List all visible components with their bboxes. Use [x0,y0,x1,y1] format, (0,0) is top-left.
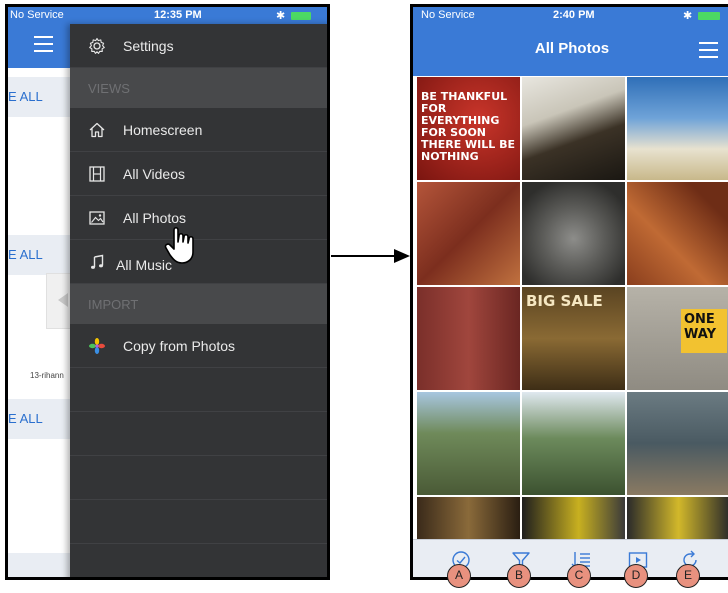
bottom-bar [8,553,73,577]
photo-thumbnail[interactable] [627,497,728,539]
callout-badge: D [624,564,648,588]
photo-thumbnail[interactable] [522,497,625,539]
photo-thumbnail[interactable] [627,182,728,285]
left-phone-screen: No Service 12:35 PM ✱ E ALL E ALL 13-rih… [5,4,330,580]
menu-icon[interactable] [699,42,718,58]
empty-row [70,412,327,456]
carrier-label: No Service [10,9,64,21]
section-header: E ALL [8,235,73,275]
section-header: E ALL [8,399,73,439]
drawer-item-settings[interactable]: Settings [70,24,327,68]
drawer-item-label: Settings [123,38,174,54]
photo-thumbnail[interactable] [627,392,728,495]
photo-thumbnail[interactable] [627,77,728,180]
callout-badge: A [447,564,471,588]
photo-thumbnail[interactable]: ONE WAY [627,287,728,390]
drawer-item-label: Copy from Photos [123,338,236,354]
see-all-link[interactable]: E ALL [8,89,43,104]
arrow-head-icon [394,249,410,263]
drawer-item-label: Homescreen [123,122,203,138]
see-all-link[interactable]: E ALL [8,411,43,426]
transition-arrow [331,255,396,257]
photo-thumbnail[interactable] [417,182,520,285]
app-header [8,24,73,68]
side-drawer-menu: Settings VIEWS Homescreen All Videos All… [70,24,327,577]
section-header-views: VIEWS [70,68,327,108]
drawer-item-copy-from-photos[interactable]: Copy from Photos [70,324,327,368]
photo-thumbnail[interactable]: BIG SALE [522,287,625,390]
page-title: All Photos [534,40,610,57]
battery-icon [698,12,720,20]
photo-caption: BE THANKFUL FOR EVERYTHING FOR SOON THER… [421,90,516,163]
photo-thumbnail[interactable] [522,77,625,180]
clock: 12:35 PM [154,9,202,21]
bluetooth-icon: ✱ [683,10,693,22]
carrier-label: No Service [421,9,475,21]
section-header-import: IMPORT [70,284,327,324]
callout-badge: B [507,564,531,588]
photo-thumbnail[interactable] [417,287,520,390]
clock: 2:40 PM [553,9,595,21]
home-icon [89,122,105,138]
photo-caption: ONE WAY [681,309,727,353]
section-header-label: VIEWS [88,81,130,96]
drawer-item-homescreen[interactable]: Homescreen [70,108,327,152]
section-header: E ALL [8,77,73,117]
battery-icon [291,12,311,20]
hand-cursor-icon [164,226,194,264]
thumbnail-caption: 13-rihann [30,371,64,380]
film-icon [89,166,105,182]
right-phone-screen: No Service 2:40 PM ✱ All Photos BE THANK… [410,4,728,580]
drawer-item-all-videos[interactable]: All Videos [70,152,327,196]
navigation-bar: All Photos [413,24,728,76]
empty-row [70,500,327,544]
photos-app-icon [89,338,105,354]
empty-row [70,368,327,412]
photo-thumbnail[interactable]: BE THANKFUL FOR EVERYTHING FOR SOON THER… [417,77,520,180]
drawer-item-label: All Videos [123,166,186,182]
speaker-icon [58,293,68,307]
photo-thumbnail[interactable] [417,392,520,495]
photo-thumbnail[interactable] [522,182,625,285]
photo-thumbnail[interactable] [417,497,520,539]
bluetooth-icon: ✱ [276,10,286,22]
section-header-label: IMPORT [88,297,139,312]
photo-grid: BE THANKFUL FOR EVERYTHING FOR SOON THER… [417,77,728,539]
status-bar: No Service 2:40 PM ✱ [413,7,728,24]
callout-badge: C [567,564,591,588]
music-note-icon [91,254,104,269]
photo-caption: BIG SALE [526,292,603,310]
see-all-link[interactable]: E ALL [8,247,43,262]
empty-row [70,544,327,577]
callout-badge: E [676,564,700,588]
photo-thumbnail[interactable] [522,392,625,495]
empty-row [70,456,327,500]
gear-icon [89,37,105,54]
status-bar: No Service 12:35 PM ✱ [8,7,327,24]
photo-icon [89,211,105,225]
menu-icon[interactable] [34,36,53,52]
